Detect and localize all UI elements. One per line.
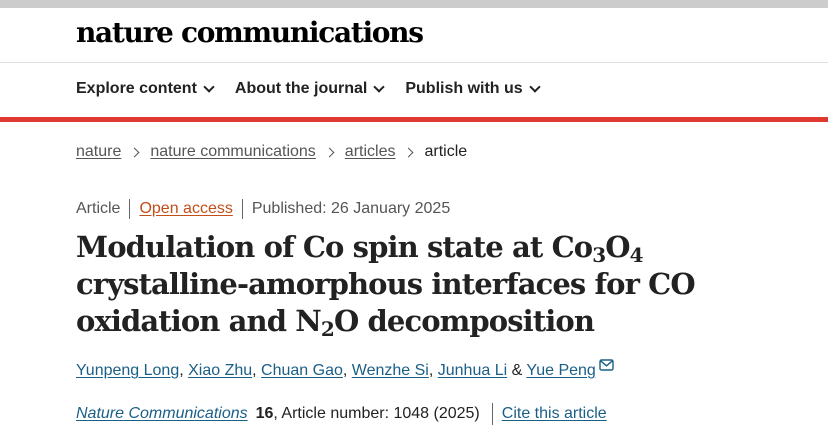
breadcrumb-nature[interactable]: nature	[76, 143, 121, 161]
author-separator: ,	[342, 362, 352, 379]
chevron-right-icon	[324, 147, 335, 157]
nav-label: Explore content	[76, 80, 197, 97]
divider	[491, 403, 493, 425]
breadcrumb-articles[interactable]: articles	[345, 143, 396, 161]
author-link[interactable]: Yunpeng Long	[76, 362, 179, 379]
article-number: , Article number: 1048 (2025)	[273, 405, 480, 422]
title-text: O	[605, 230, 630, 264]
breadcrumb: nature nature communications articles ar…	[76, 143, 467, 161]
header-divider	[0, 62, 828, 63]
published-date: Published: 26 January 2025	[251, 200, 451, 217]
author-link[interactable]: Wenzhe Si	[352, 362, 429, 379]
nav-label: About the journal	[234, 80, 368, 97]
main-nav: Explore content About the journal Publis…	[76, 80, 561, 98]
chevron-down-icon	[529, 81, 541, 93]
author-link[interactable]: Yue Peng	[526, 362, 595, 379]
divider	[129, 199, 131, 219]
chevron-right-icon	[404, 147, 414, 157]
chevron-down-icon	[373, 81, 386, 93]
title-subscript: 2	[320, 317, 335, 341]
title-text: Modulation of Co spin state at Co	[76, 230, 593, 264]
author-separator: ,	[252, 362, 262, 379]
author-link[interactable]: Chuan Gao	[261, 362, 343, 379]
mail-icon[interactable]	[599, 358, 614, 376]
accent-bar	[0, 117, 828, 122]
journal-link[interactable]: Nature Communications	[76, 405, 248, 423]
breadcrumb-current: article	[424, 143, 468, 160]
title-subscript: 3	[592, 243, 606, 267]
chevron-down-icon	[203, 81, 215, 93]
journal-logo[interactable]: nature communications	[76, 16, 424, 49]
citation-row: Nature Communications 16 , Article numbe…	[76, 403, 607, 425]
author-separator: &	[507, 362, 527, 379]
author-separator: ,	[428, 362, 438, 379]
chevron-right-icon	[129, 147, 140, 157]
cite-this-article-link[interactable]: Cite this article	[502, 405, 607, 423]
author-link[interactable]: Junhua Li	[438, 362, 507, 379]
volume: 16	[255, 405, 274, 422]
nav-label: Publish with us	[405, 80, 523, 97]
divider	[241, 199, 243, 219]
top-strip	[0, 0, 828, 8]
title-subscript: 4	[629, 243, 644, 267]
author-link[interactable]: Xiao Zhu	[188, 362, 252, 379]
nav-publish-with-us[interactable]: Publish with us	[405, 80, 541, 98]
nav-about-journal[interactable]: About the journal	[234, 80, 386, 98]
article-meta: Article Open access Published: 26 Januar…	[76, 199, 450, 219]
article-type: Article	[76, 200, 121, 217]
author-separator: ,	[179, 362, 189, 379]
breadcrumb-nature-communications[interactable]: nature communications	[150, 143, 315, 161]
title-text: O decomposition	[333, 304, 595, 338]
nav-explore-content[interactable]: Explore content	[76, 80, 215, 98]
open-access-link[interactable]: Open access	[139, 200, 232, 218]
author-list: Yunpeng Long, Xiao Zhu, Chuan Gao, Wenzh…	[76, 358, 614, 380]
article-title: Modulation of Co spin state at Co3O4 cry…	[76, 229, 776, 340]
